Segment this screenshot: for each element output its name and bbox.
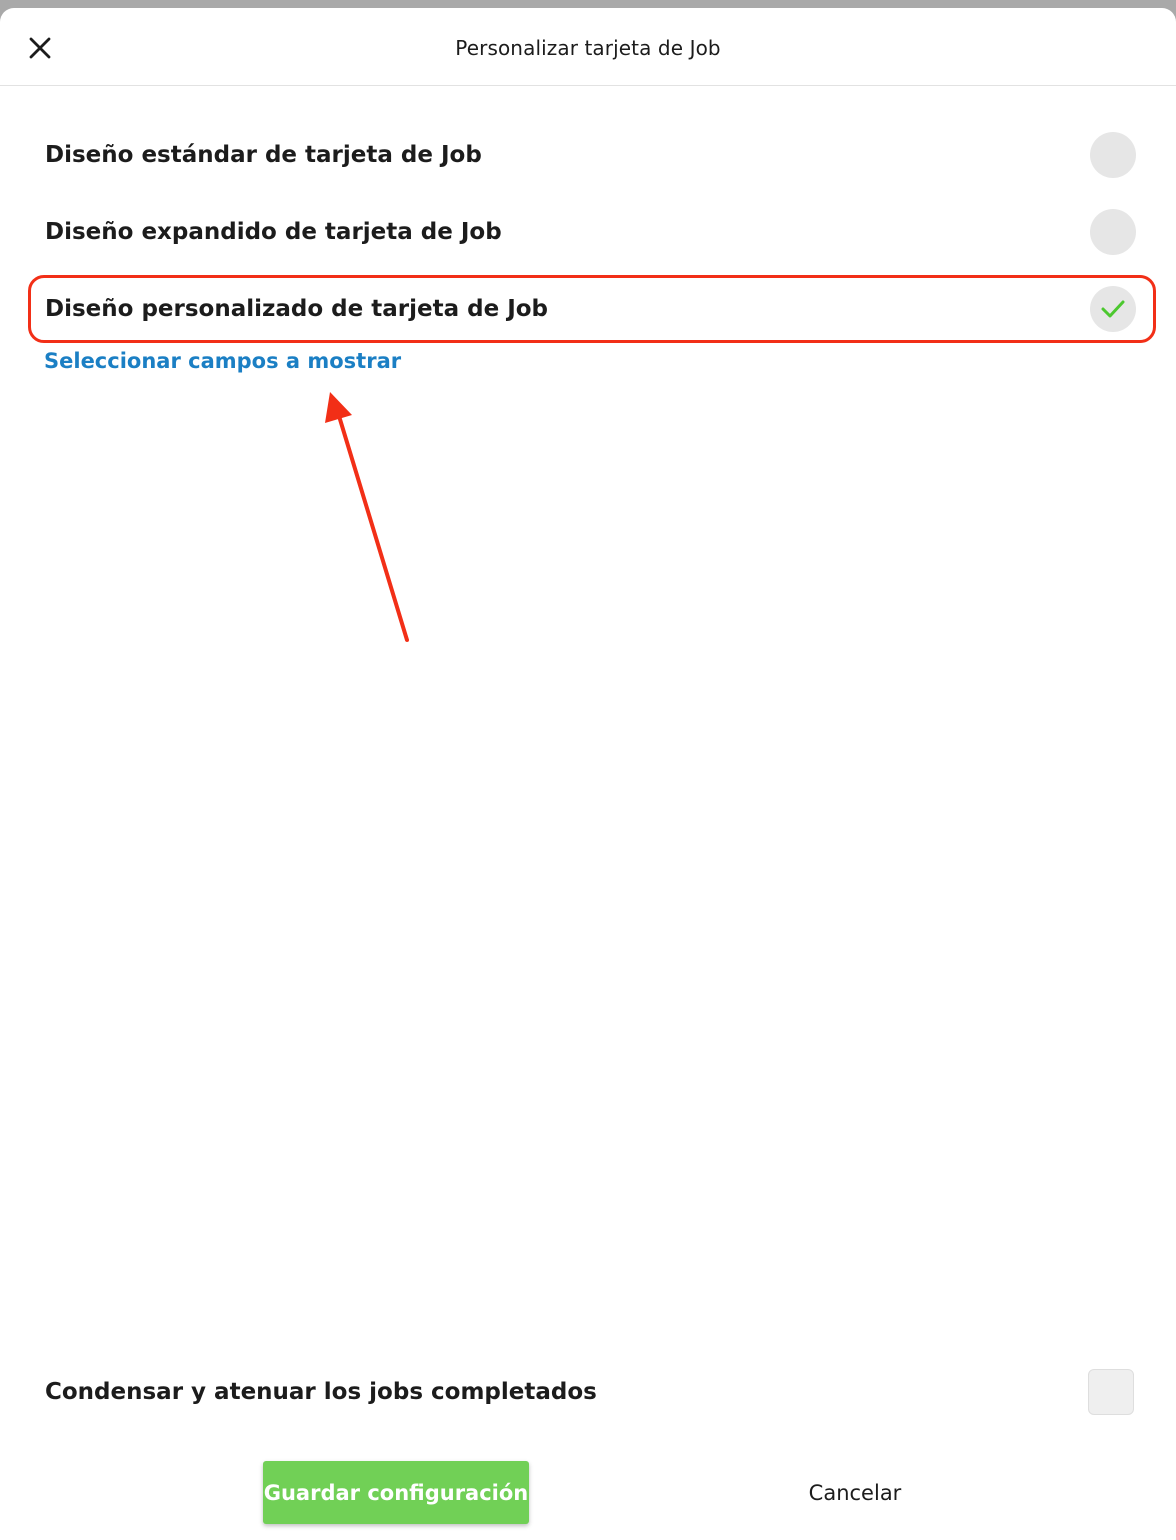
radio-expanded-layout[interactable] xyxy=(1090,209,1136,255)
option-custom-layout[interactable]: Diseño personalizado de tarjeta de Job xyxy=(26,275,1156,343)
modal-header: Personalizar tarjeta de Job xyxy=(0,8,1176,86)
condense-checkbox[interactable] xyxy=(1088,1369,1134,1415)
radio-standard-layout[interactable] xyxy=(1090,132,1136,178)
option-expanded-layout[interactable]: Diseño expandido de tarjeta de Job xyxy=(26,198,1156,266)
select-fields-link[interactable]: Seleccionar campos a mostrar xyxy=(44,349,401,373)
modal-title: Personalizar tarjeta de Job xyxy=(455,36,721,60)
customize-card-modal: Personalizar tarjeta de Job Diseño están… xyxy=(0,8,1176,1540)
condense-completed-option[interactable]: Condensar y atenuar los jobs completados xyxy=(26,1358,1156,1426)
option-standard-layout[interactable]: Diseño estándar de tarjeta de Job xyxy=(26,121,1156,189)
option-label: Diseño personalizado de tarjeta de Job xyxy=(45,296,549,322)
radio-custom-layout[interactable] xyxy=(1090,286,1136,332)
option-label: Diseño expandido de tarjeta de Job xyxy=(45,219,502,245)
checkmark-icon xyxy=(1101,300,1125,318)
save-settings-button[interactable]: Guardar configuración xyxy=(263,1461,529,1524)
condense-label: Condensar y atenuar los jobs completados xyxy=(45,1379,597,1405)
cancel-button[interactable]: Cancelar xyxy=(760,1461,950,1524)
option-label: Diseño estándar de tarjeta de Job xyxy=(45,142,482,168)
